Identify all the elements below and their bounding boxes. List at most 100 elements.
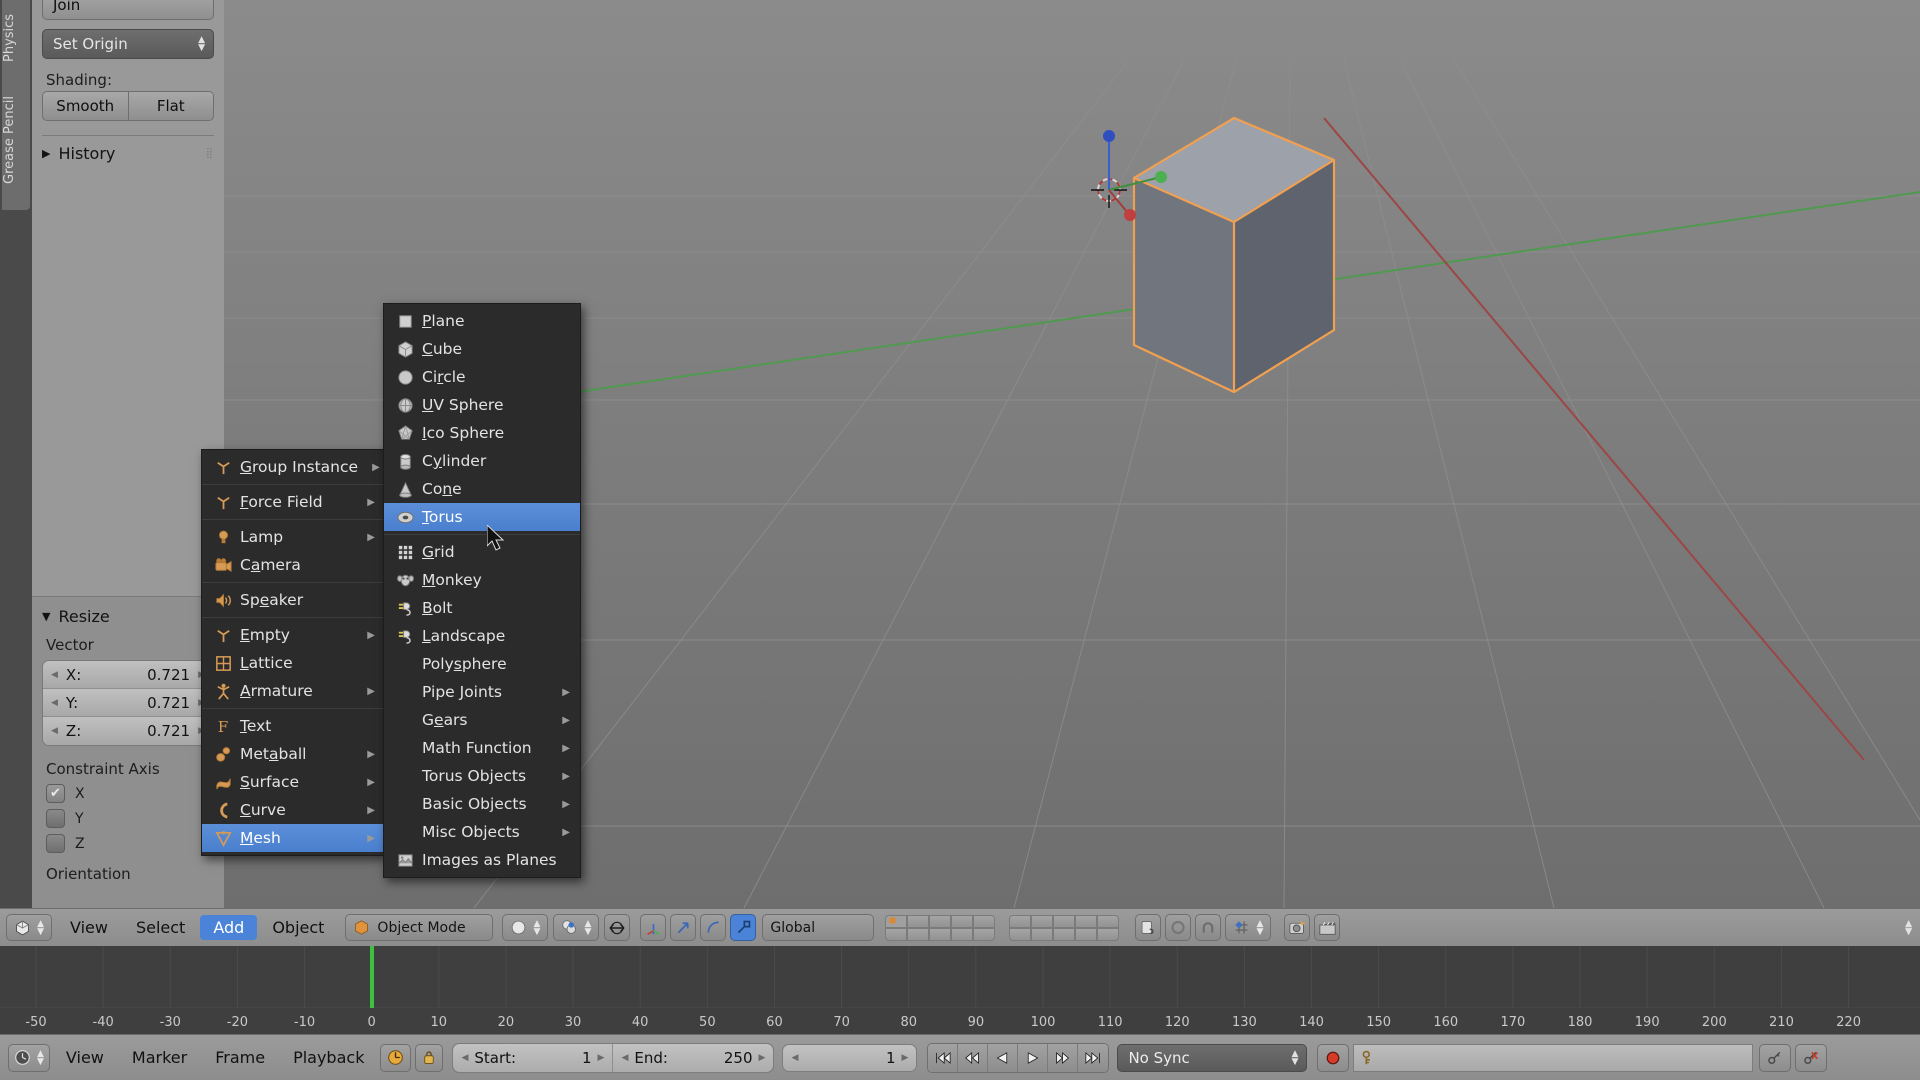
menu-view[interactable]: View <box>57 915 121 940</box>
viewport-shading-selector[interactable]: ▲▼ <box>502 914 548 941</box>
menu-object[interactable]: Object <box>259 915 337 940</box>
mesh-menu-item-cylinder[interactable]: Cylinder <box>384 447 580 475</box>
start-frame-field[interactable]: ◀ Start: 1 ▶ <box>453 1044 613 1072</box>
add-mesh-submenu[interactable]: PlaneCubeCircleUV SphereIco SphereCylind… <box>383 303 581 878</box>
snap-during-transform-toggle[interactable] <box>604 914 630 941</box>
auto-keyframe-toggle[interactable] <box>380 1044 411 1072</box>
add-menu-item-mesh[interactable]: Mesh▶ <box>202 824 385 852</box>
menu-select[interactable]: Select <box>123 915 198 940</box>
constraint-z-checkbox[interactable] <box>46 834 65 853</box>
scene-layers-group-2[interactable] <box>1009 915 1119 941</box>
auto-record-toggle[interactable] <box>1317 1044 1349 1072</box>
mesh-menu-item-grid[interactable]: Grid <box>384 538 580 566</box>
mesh-menu-item-images-as-planes[interactable]: Images as Planes <box>384 846 580 874</box>
add-menu-item-armature[interactable]: Armature▶ <box>202 677 385 705</box>
end-frame-field[interactable]: ◀ End: 250 ▶ <box>613 1044 773 1072</box>
mesh-menu-item-pipe-joints[interactable]: Pipe Joints▶ <box>384 678 580 706</box>
add-menu-item-lamp[interactable]: Lamp▶ <box>202 523 385 551</box>
transform-orientation-selector[interactable]: Global ▲▼ <box>762 914 874 941</box>
resize-x-field[interactable]: ◀ X: 0.721 ▶ <box>43 661 213 689</box>
snap-element-selector[interactable]: ▲▼ <box>1225 914 1271 941</box>
mesh-menu-item-uv-sphere[interactable]: UV Sphere <box>384 391 580 419</box>
increment-arrow-icon[interactable]: ▶ <box>598 1053 605 1063</box>
constraint-y-checkbox[interactable] <box>46 809 65 828</box>
mesh-menu-item-plane[interactable]: Plane <box>384 307 580 335</box>
snap-magnet-toggle[interactable] <box>1195 914 1221 941</box>
decrement-arrow-icon[interactable]: ◀ <box>461 1053 468 1063</box>
play-button[interactable] <box>1018 1044 1048 1072</box>
mesh-menu-item-basic-objects[interactable]: Basic Objects▶ <box>384 790 580 818</box>
active-keying-set-field[interactable] <box>1353 1044 1753 1072</box>
history-section-header[interactable]: ▶ History ⣿ <box>42 144 214 163</box>
interaction-mode-selector[interactable]: Object Mode ▲▼ <box>345 914 493 941</box>
increment-arrow-icon[interactable]: ▶ <box>759 1053 766 1063</box>
mesh-menu-item-math-function[interactable]: Math Function▶ <box>384 734 580 762</box>
mesh-menu-item-cube[interactable]: Cube <box>384 335 580 363</box>
editor-type-selector[interactable]: ▲▼ <box>6 914 52 941</box>
mesh-menu-item-ico-sphere[interactable]: Ico Sphere <box>384 419 580 447</box>
mesh-menu-item-torus[interactable]: Torus <box>384 503 580 531</box>
mesh-menu-item-circle[interactable]: Circle <box>384 363 580 391</box>
menu-add[interactable]: Add <box>200 915 257 940</box>
lock-time-toggle[interactable] <box>415 1044 443 1072</box>
snap-target-toggle[interactable] <box>1165 914 1191 941</box>
mesh-menu-item-misc-objects[interactable]: Misc Objects▶ <box>384 818 580 846</box>
scale-manipulator-toggle[interactable] <box>730 914 756 941</box>
add-menu-item-metaball[interactable]: Metaball▶ <box>202 740 385 768</box>
mesh-menu-item-landscape[interactable]: Landscape <box>384 622 580 650</box>
add-menu-item-camera[interactable]: Camera <box>202 551 385 579</box>
timeline-menu-frame[interactable]: Frame <box>203 1045 277 1070</box>
playback-transport-controls[interactable] <box>927 1043 1109 1073</box>
join-button[interactable]: Join <box>42 0 214 20</box>
timeline-editor[interactable]: -50-40-30-20-100102030405060708090100110… <box>0 946 1920 1034</box>
timeline-menu-view[interactable]: View <box>54 1045 116 1070</box>
add-menu-item-empty[interactable]: Empty▶ <box>202 621 385 649</box>
decrement-arrow-icon[interactable]: ◀ <box>51 726 58 736</box>
shading-flat-button[interactable]: Flat <box>129 91 215 121</box>
grip-dots-icon[interactable]: ⣿ <box>206 151 214 157</box>
add-menu-item-force-field[interactable]: Force Field▶ <box>202 488 385 516</box>
constraint-y-row[interactable]: Y <box>46 809 224 828</box>
properties-tab-strip[interactable]: Physics Grease Pencil <box>0 0 32 908</box>
render-animation-button[interactable] <box>1314 914 1340 941</box>
resize-y-field[interactable]: ◀ Y: 0.721 ▶ <box>43 689 213 717</box>
rotate-manipulator-toggle[interactable] <box>700 914 726 941</box>
mesh-menu-item-monkey[interactable]: Monkey <box>384 566 580 594</box>
timeline-menu-playback[interactable]: Playback <box>281 1045 376 1070</box>
tab-grease-pencil[interactable]: Grease Pencil <box>2 70 30 210</box>
add-menu-item-lattice[interactable]: Lattice <box>202 649 385 677</box>
editor-type-selector-timeline[interactable]: ▲▼ <box>8 1044 50 1072</box>
decrement-arrow-icon[interactable]: ◀ <box>51 670 58 680</box>
add-menu-item-text[interactable]: FText <box>202 712 385 740</box>
pivot-point-selector[interactable]: ▲▼ <box>553 914 599 941</box>
delete-keyframe-button[interactable] <box>1795 1044 1827 1072</box>
set-origin-button[interactable]: Set Origin ▲▼ <box>42 29 214 59</box>
decrement-arrow-icon[interactable]: ◀ <box>51 698 58 708</box>
decrement-arrow-icon[interactable]: ◀ <box>791 1053 798 1063</box>
proportional-edit-objects-toggle[interactable] <box>1135 914 1161 941</box>
shading-smooth-button[interactable]: Smooth <box>42 91 129 121</box>
decrement-arrow-icon[interactable]: ◀ <box>621 1053 628 1063</box>
constraint-z-row[interactable]: Z <box>46 834 224 853</box>
mesh-menu-item-bolt[interactable]: Bolt <box>384 594 580 622</box>
constraint-x-row[interactable]: ✔ X <box>46 784 224 803</box>
insert-keyframe-button[interactable] <box>1759 1044 1791 1072</box>
translate-manipulator-toggle[interactable] <box>670 914 696 941</box>
mesh-menu-item-polysphere[interactable]: Polysphere <box>384 650 580 678</box>
increment-arrow-icon[interactable]: ▶ <box>902 1053 909 1063</box>
add-menu-item-surface[interactable]: Surface▶ <box>202 768 385 796</box>
timeline-menu-marker[interactable]: Marker <box>120 1045 199 1070</box>
mesh-menu-item-gears[interactable]: Gears▶ <box>384 706 580 734</box>
add-menu-item-curve[interactable]: Curve▶ <box>202 796 385 824</box>
mesh-menu-item-cone[interactable]: Cone <box>384 475 580 503</box>
timeline-playhead[interactable] <box>370 946 374 1008</box>
scene-layers-group-1[interactable] <box>885 915 995 941</box>
play-reverse-button[interactable] <box>988 1044 1018 1072</box>
render-image-button[interactable] <box>1284 914 1310 941</box>
mesh-menu-item-torus-objects[interactable]: Torus Objects▶ <box>384 762 580 790</box>
add-menu-item-speaker[interactable]: Speaker <box>202 586 385 614</box>
jump-to-end-button[interactable] <box>1078 1044 1108 1072</box>
add-menu-item-group-instance[interactable]: Group Instance▶ <box>202 453 385 481</box>
resize-z-field[interactable]: ◀ Z: 0.721 ▶ <box>43 717 213 745</box>
jump-to-prev-keyframe-button[interactable] <box>958 1044 988 1072</box>
